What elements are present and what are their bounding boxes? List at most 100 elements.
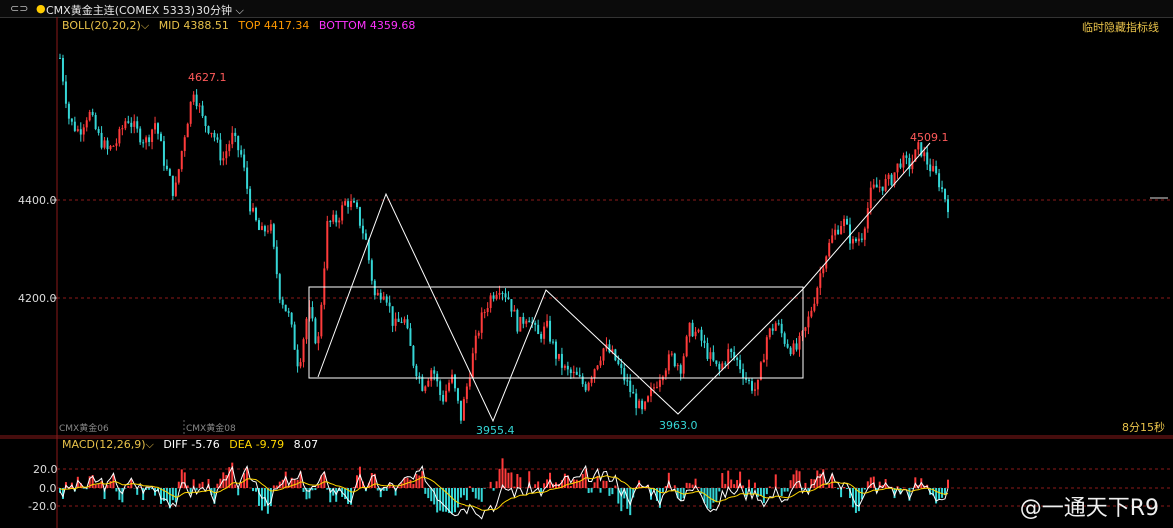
candle-body bbox=[477, 332, 480, 336]
candle-body bbox=[860, 238, 863, 240]
macd-histogram-bar bbox=[225, 475, 228, 488]
candle-body bbox=[198, 105, 201, 107]
candle-body bbox=[575, 371, 578, 375]
candle-body bbox=[151, 129, 154, 142]
candle-body bbox=[112, 145, 115, 147]
candle-body bbox=[709, 352, 712, 359]
candle-body bbox=[596, 365, 599, 370]
macd-histogram-bar bbox=[575, 479, 578, 488]
candle-body bbox=[792, 343, 795, 355]
macd-histogram-bar bbox=[691, 484, 694, 488]
candle-body bbox=[846, 218, 849, 225]
candle-body bbox=[272, 224, 275, 247]
candle-body bbox=[875, 184, 878, 188]
candle-body bbox=[519, 316, 522, 332]
candle-body bbox=[171, 175, 174, 196]
candle-body bbox=[569, 369, 572, 374]
macd-histogram-bar bbox=[837, 488, 840, 490]
macd-diff-value: -5.76 bbox=[191, 438, 220, 451]
candle-body bbox=[445, 390, 448, 402]
candle-body bbox=[866, 208, 869, 229]
candle-body bbox=[602, 348, 605, 361]
candle-body bbox=[765, 337, 768, 360]
macd-histogram-bar bbox=[148, 488, 151, 490]
macd-histogram-bar bbox=[863, 488, 866, 490]
candle-body bbox=[305, 318, 308, 340]
candle-body bbox=[730, 349, 733, 352]
macd-histogram-bar bbox=[121, 488, 124, 503]
candle-body bbox=[510, 299, 513, 312]
macd-histogram-bar bbox=[614, 485, 617, 488]
candle-body bbox=[854, 238, 857, 242]
candle-body bbox=[183, 137, 186, 152]
candle-body bbox=[76, 129, 79, 131]
candle-body bbox=[361, 225, 364, 234]
y-tick-label: 4200.0 bbox=[18, 292, 57, 305]
macd-histogram-bar bbox=[234, 484, 237, 488]
candle-body bbox=[109, 145, 112, 150]
candle-body bbox=[91, 111, 94, 115]
macd-histogram-bar bbox=[195, 488, 198, 491]
chevron-down-icon: ⌵ bbox=[235, 4, 244, 17]
candle-body bbox=[706, 343, 709, 359]
macd-histogram-bar bbox=[492, 488, 495, 491]
macd-histogram-bar bbox=[602, 480, 605, 488]
macd-histogram-bar bbox=[127, 485, 130, 488]
candle-body bbox=[106, 140, 109, 150]
candle-body bbox=[442, 394, 445, 402]
macd-name[interactable]: MACD(12,26,9) bbox=[62, 438, 146, 451]
candle-body bbox=[617, 360, 620, 365]
macd-histogram-bar bbox=[688, 483, 691, 488]
period-selector[interactable]: 30分钟 ⌵ bbox=[196, 2, 244, 18]
candle-body bbox=[534, 322, 537, 325]
macd-histogram-bar bbox=[385, 488, 388, 491]
candle-body bbox=[834, 229, 837, 236]
candle-body bbox=[400, 321, 403, 323]
candle-body bbox=[61, 58, 64, 82]
candle-body bbox=[100, 132, 103, 148]
macd-histogram-bar bbox=[756, 488, 759, 497]
macd-histogram-bar bbox=[115, 488, 118, 492]
candle-body bbox=[275, 246, 278, 275]
candle-body bbox=[771, 328, 774, 331]
candle-body bbox=[266, 230, 269, 232]
candle-body bbox=[180, 151, 183, 170]
candle-body bbox=[439, 381, 442, 395]
macd-histogram-bar bbox=[302, 488, 305, 492]
macd-histogram-bar bbox=[593, 482, 596, 488]
macd-histogram-bar bbox=[765, 488, 768, 495]
macd-histogram-bar bbox=[459, 488, 462, 498]
candle-body bbox=[192, 94, 195, 102]
candle-body bbox=[412, 345, 415, 366]
link-icon[interactable]: ⊂⊃ bbox=[10, 2, 28, 15]
candle-body bbox=[881, 186, 884, 191]
candle-body bbox=[590, 377, 593, 383]
candle-body bbox=[64, 81, 67, 104]
candle-body bbox=[831, 235, 834, 243]
candle-body bbox=[774, 323, 777, 331]
candle-body bbox=[878, 186, 881, 188]
candle-body bbox=[563, 365, 566, 368]
candle-body bbox=[338, 220, 341, 223]
candle-body bbox=[941, 187, 944, 189]
candle-body bbox=[403, 319, 406, 323]
candle-body bbox=[427, 380, 430, 387]
macd-series bbox=[59, 458, 949, 520]
candle-body bbox=[130, 122, 133, 127]
candle-body bbox=[341, 205, 344, 221]
candle-body bbox=[682, 356, 685, 374]
candle-body bbox=[748, 379, 751, 382]
macd-histogram-bar bbox=[534, 484, 537, 488]
candle-body bbox=[810, 310, 813, 317]
macd-histogram-bar bbox=[673, 485, 676, 488]
chevron-down-icon[interactable]: ⌵ bbox=[146, 438, 154, 451]
candle-body bbox=[216, 137, 219, 140]
candle-body bbox=[260, 226, 263, 230]
candle-body bbox=[237, 135, 240, 151]
candle-body bbox=[433, 370, 436, 374]
macd-histogram-bar bbox=[854, 488, 857, 513]
y-tick-label: 4400.0 bbox=[18, 194, 57, 207]
instrument-title[interactable]: CMX黄金主连(COMEX 5333) bbox=[46, 2, 195, 18]
candle-body bbox=[938, 173, 941, 188]
candle-body bbox=[593, 369, 596, 378]
